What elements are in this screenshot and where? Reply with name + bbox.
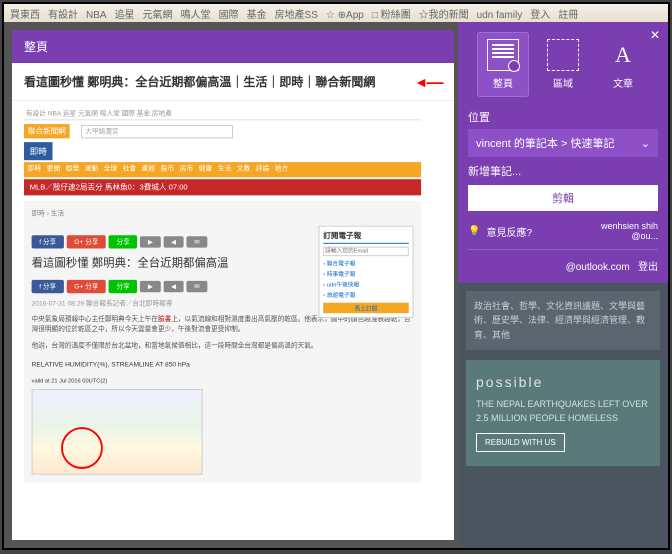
mini-subscribe-box: 訂閱電子報 ▫ 聯合電子報 ▫ 時事電子報 ▫ udn午後快報 ▫ 旅遊電子報 …	[319, 226, 414, 318]
mini-section-logo: 即時	[24, 142, 53, 160]
location-dropdown[interactable]: vincent 的筆記本 > 快速筆記 ⌄	[468, 129, 658, 157]
mini-search: 大甲鎮瀾宮	[81, 125, 233, 138]
feedback-link[interactable]: 意見反應?	[486, 224, 532, 239]
mode-full-page[interactable]: 整頁	[477, 32, 529, 97]
clip-preview-panel: 整頁 看這圖秒懂 鄭明典：全台近期都偏高溫｜生活｜即時｜聯合新聞網 ◄-----…	[12, 30, 454, 540]
arrow-indicator: ◄------	[414, 74, 442, 90]
signout-link[interactable]: 登出	[638, 262, 658, 273]
newnote-label: 新增筆記...	[468, 163, 658, 179]
mini-topnav: 有設計 NBA 追星 元氣網 鳴人堂 國際 基金 房地產	[24, 107, 421, 120]
clip-button[interactable]: 剪輯	[468, 185, 658, 211]
background-page: 政治社會、哲學、文化資訊議題、文學與藝術、歷史學、法律、經濟學與經濟管理、教育、…	[458, 283, 668, 548]
full-page-icon	[487, 39, 519, 71]
location-label: 位置	[468, 109, 658, 125]
user-info: wenhsien shih@ou...	[601, 221, 658, 241]
mini-email-input	[323, 247, 409, 257]
mini-tabs: 即時要聞娛樂運動全球社會產經股市房市健康生活文教評論地方	[24, 162, 421, 177]
mode-region[interactable]: 區域	[537, 32, 589, 97]
page-preview: 有設計 NBA 追星 元氣網 鳴人堂 國際 基金 房地產 聯合新聞網 大甲鎮瀾宮…	[12, 101, 454, 540]
mini-breadcrumb: 即時 › 生活	[32, 209, 414, 219]
clipper-panel: ✕ 整頁 區域 A 文章 位置	[458, 22, 668, 283]
mini-ticker: MLB／殷仔連2局丟分 馬林魚0：3費城人 07:00	[24, 179, 421, 195]
mini-logo: 聯合新聞網	[24, 124, 70, 138]
panel-header: 整頁	[12, 30, 454, 63]
chevron-down-icon: ⌄	[641, 137, 650, 150]
mode-article[interactable]: A 文章	[597, 32, 649, 97]
account-text: @outlook.com	[566, 262, 630, 273]
bulb-icon: 💡	[468, 226, 480, 237]
article-title-row: 看這圖秒懂 鄭明典：全台近期都偏高溫｜生活｜即時｜聯合新聞網 ◄------	[12, 63, 454, 101]
article-icon: A	[607, 39, 639, 71]
browser-menubar: 買東西有設計NBA追星元氣網鳴人堂國際基金房地產SS☆ ⊕App□ 粉絲團☆我的…	[4, 4, 668, 22]
region-icon	[547, 39, 579, 71]
mini-body: 中央氣象局預報中心主任鄭明典今天上午在臉書上，以氣流線和相對濕度畫出高氣壓的乾區…	[32, 314, 414, 475]
article-title: 看這圖秒懂 鄭明典：全台近期都偏高溫｜生活｜即時｜聯合新聞網	[24, 73, 375, 90]
ad-cta-button[interactable]: REBUILD WITH US	[476, 433, 565, 452]
ad-banner[interactable]: possible THE NEPAL EARTHQUAKES LEFT OVER…	[466, 360, 660, 466]
mini-weather-chart	[32, 389, 203, 475]
tag-cloud: 政治社會、哲學、文化資訊議題、文學與藝術、歷史學、法律、經濟學與經濟管理、教育、…	[466, 291, 660, 350]
close-icon[interactable]: ✕	[650, 28, 660, 42]
